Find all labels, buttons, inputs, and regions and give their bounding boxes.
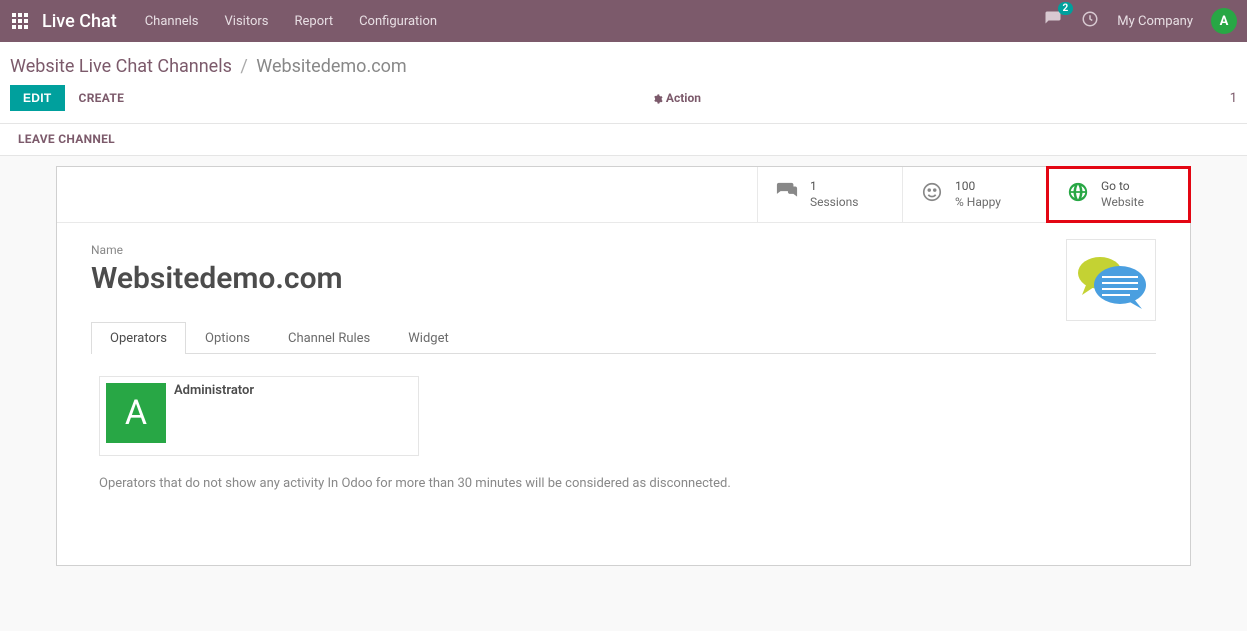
goto-line2: Website <box>1101 195 1144 211</box>
nav-configuration[interactable]: Configuration <box>359 14 437 29</box>
operators-note: Operators that do not show any activity … <box>99 476 1148 491</box>
user-avatar[interactable]: A <box>1211 8 1237 34</box>
tab-channel-rules[interactable]: Channel Rules <box>269 322 389 354</box>
nav-channels[interactable]: Channels <box>145 14 199 29</box>
breadcrumb: Website Live Chat Channels / Websitedemo… <box>10 56 1237 77</box>
leave-channel-button[interactable]: LEAVE CHANNEL <box>18 132 115 146</box>
goto-line1: Go to <box>1101 179 1144 195</box>
form-sheet: 1 Sessions 100 % Happy Go to <box>56 166 1191 566</box>
create-button[interactable]: CREATE <box>79 91 125 105</box>
tab-widget[interactable]: Widget <box>389 322 467 354</box>
sessions-count: 1 <box>810 179 858 195</box>
breadcrumb-bar: Website Live Chat Channels / Websitedemo… <box>0 42 1247 85</box>
apps-icon[interactable] <box>10 11 30 31</box>
name-label: Name <box>91 243 343 257</box>
toolbar: EDIT CREATE Action 1 <box>0 85 1247 123</box>
sessions-label: Sessions <box>810 195 858 211</box>
smile-icon <box>921 181 943 208</box>
conversations-badge: 2 <box>1058 2 1074 15</box>
edit-button[interactable]: EDIT <box>10 85 65 111</box>
top-nav: Live Chat Channels Visitors Report Confi… <box>0 0 1247 42</box>
company-switcher[interactable]: My Company <box>1117 14 1193 29</box>
app-title[interactable]: Live Chat <box>42 11 117 32</box>
happy-count: 100 <box>955 179 1001 195</box>
stat-sessions[interactable]: 1 Sessions <box>757 167 902 222</box>
action-dropdown[interactable]: Action <box>653 91 701 105</box>
form-background: 1 Sessions 100 % Happy Go to <box>0 156 1247 576</box>
tab-content-operators: A Administrator Operators that do not sh… <box>91 354 1156 501</box>
tab-options[interactable]: Options <box>186 322 269 354</box>
nav-report[interactable]: Report <box>295 14 334 29</box>
conversations-icon[interactable]: 2 <box>1043 10 1063 32</box>
tab-operators[interactable]: Operators <box>91 322 186 354</box>
breadcrumb-root[interactable]: Website Live Chat Channels <box>10 56 232 77</box>
nav-links: Channels Visitors Report Configuration <box>145 14 1044 29</box>
happy-label: % Happy <box>955 195 1001 211</box>
channel-image[interactable] <box>1066 239 1156 321</box>
comments-icon <box>776 181 798 208</box>
stat-go-to-website[interactable]: Go to Website <box>1046 166 1191 223</box>
globe-icon <box>1067 181 1089 208</box>
operator-name: Administrator <box>174 383 254 398</box>
operator-card[interactable]: A Administrator <box>99 376 419 456</box>
name-value: Websitedemo.com <box>91 261 343 296</box>
pager[interactable]: 1 <box>1230 91 1237 106</box>
breadcrumb-current: Websitedemo.com <box>256 56 406 77</box>
nav-visitors[interactable]: Visitors <box>225 14 269 29</box>
status-bar: LEAVE CHANNEL <box>0 123 1247 156</box>
operator-avatar: A <box>106 383 166 443</box>
activity-icon[interactable] <box>1081 10 1099 32</box>
nav-right: 2 My Company A <box>1043 8 1237 34</box>
stat-buttons: 1 Sessions 100 % Happy Go to <box>57 167 1190 223</box>
stat-happy[interactable]: 100 % Happy <box>902 167 1047 222</box>
tabs: Operators Options Channel Rules Widget <box>91 322 1156 354</box>
